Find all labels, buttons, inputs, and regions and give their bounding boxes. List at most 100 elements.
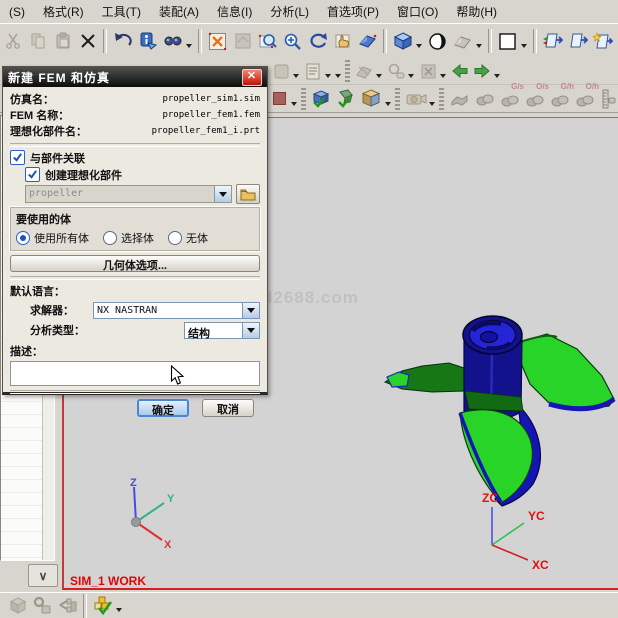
dialog-title-bar[interactable]: 新建 FEM 和仿真 ✕ — [3, 67, 267, 87]
toolbar-grip[interactable] — [345, 60, 350, 82]
menu-item-window[interactable]: 窗口(O) — [388, 0, 447, 23]
dropdown-arrow-icon[interactable] — [521, 44, 527, 48]
simulation-check-icon[interactable] — [90, 593, 115, 618]
close-view-disabled-icon[interactable] — [417, 60, 439, 82]
menu-item-help[interactable]: 帮助(H) — [447, 0, 506, 23]
window-part-icon[interactable] — [565, 29, 590, 54]
dropdown-arrow-icon[interactable] — [335, 74, 341, 78]
zoom-region-icon[interactable] — [255, 29, 280, 54]
dialog-title: 新建 FEM 和仿真 — [8, 69, 110, 86]
menu-item-information[interactable]: 信息(I) — [208, 0, 261, 23]
create-idealized-checkbox[interactable] — [25, 167, 40, 182]
solid-cube-disabled-icon[interactable] — [5, 593, 30, 618]
background-color-icon[interactable] — [495, 29, 520, 54]
display-part-icon[interactable] — [540, 29, 565, 54]
mesh-disabled-icon[interactable] — [472, 86, 497, 111]
menu-item-tools[interactable]: 工具(T) — [93, 0, 150, 23]
dropdown-arrow-icon[interactable] — [385, 102, 391, 106]
ok-button[interactable]: 确定 — [137, 399, 189, 417]
undo-icon[interactable] — [110, 29, 135, 54]
clamp-disabled-icon[interactable] — [55, 593, 80, 618]
zoom-box-disabled-icon[interactable] — [230, 29, 255, 54]
render-style-icon[interactable] — [425, 29, 450, 54]
dropdown-arrow-icon[interactable] — [242, 323, 259, 338]
dropdown-arrow-icon[interactable] — [325, 74, 331, 78]
simulation-name-label: 仿真名： — [10, 91, 54, 107]
mesh-gs-disabled-icon[interactable]: G/s — [497, 86, 522, 111]
close-icon[interactable]: ✕ — [242, 69, 262, 86]
propeller-model[interactable] — [375, 299, 618, 509]
ruler-list-icon[interactable] — [597, 88, 618, 110]
panel-expand-button[interactable]: ∨ — [28, 564, 58, 587]
fem-model-check-icon[interactable] — [309, 86, 334, 111]
solver-dropdown[interactable]: NX NASTRAN — [93, 302, 260, 319]
mesh-oh-disabled-icon[interactable]: O/h — [572, 86, 597, 111]
radio-no-bodies[interactable]: 无体 — [168, 230, 208, 246]
information-window-icon[interactable] — [302, 60, 324, 82]
menu-item-format[interactable]: 格式(R) — [34, 0, 93, 23]
idealized-part-name-label: 理想化部件名： — [10, 123, 87, 139]
new-window-icon[interactable] — [590, 29, 615, 54]
camera-disabled-icon[interactable] — [403, 86, 428, 111]
idealized-part-check-icon[interactable] — [334, 86, 359, 111]
dropdown-arrow-icon[interactable] — [116, 608, 122, 612]
dropdown-arrow-icon[interactable] — [242, 303, 259, 318]
radio-select-bodies[interactable]: 选择体 — [103, 230, 154, 246]
mesh-os-disabled-icon[interactable]: O/s — [522, 86, 547, 111]
dropdown-arrow-icon[interactable] — [214, 186, 231, 202]
zoom-in-out-icon[interactable] — [280, 29, 305, 54]
rotate-icon[interactable] — [305, 29, 330, 54]
toolbar-grip[interactable] — [301, 88, 306, 110]
shaded-display-icon[interactable] — [390, 29, 415, 54]
wcs-triad[interactable]: ZC YC XC — [458, 487, 558, 572]
copy-icon[interactable] — [25, 29, 50, 54]
separator — [10, 390, 260, 394]
back-arrow-icon[interactable] — [449, 60, 471, 82]
tag-search-disabled-icon[interactable] — [385, 60, 407, 82]
dropdown-arrow-icon[interactable] — [476, 44, 482, 48]
menu-item-analysis[interactable]: 分析(L) — [261, 0, 318, 23]
dropdown-arrow-icon[interactable] — [291, 102, 297, 106]
information-icon[interactable] — [135, 29, 160, 54]
nx-application-window: { "menu": { "items": ["(S)", "格式(R)", "工… — [0, 0, 618, 618]
toolbar-grip[interactable] — [439, 88, 444, 110]
toolbar-separator — [488, 29, 492, 53]
dropdown-arrow-icon[interactable] — [376, 74, 382, 78]
object-display-disabled-icon[interactable] — [270, 60, 292, 82]
dropdown-arrow-icon[interactable] — [408, 74, 414, 78]
geometry-options-button[interactable]: 几何体选项... — [10, 255, 260, 272]
analysis-type-dropdown[interactable]: 结构 — [184, 322, 260, 339]
description-textarea[interactable] — [10, 361, 260, 386]
associate-checkbox[interactable] — [10, 150, 25, 165]
mesh-disabled-icon[interactable] — [447, 86, 472, 111]
edit-section-disabled-icon[interactable] — [353, 60, 375, 82]
forward-arrow-icon[interactable] — [471, 60, 493, 82]
find-icon[interactable] — [160, 29, 185, 54]
delete-icon[interactable] — [75, 29, 100, 54]
paste-icon[interactable] — [50, 29, 75, 54]
menu-item-cutoff[interactable]: (S) — [0, 2, 34, 22]
cancel-button[interactable]: 取消 — [202, 399, 254, 417]
radio-unselected-icon — [168, 231, 182, 245]
key-lock-disabled-icon[interactable] — [30, 593, 55, 618]
radio-use-all-bodies[interactable]: 使用所有体 — [16, 230, 89, 246]
perspective-icon[interactable] — [355, 29, 380, 54]
mesh-gh-disabled-icon[interactable]: G/h — [547, 86, 572, 111]
pan-icon[interactable] — [330, 29, 355, 54]
toolbar-grip[interactable] — [395, 88, 400, 110]
color-swatch-icon[interactable] — [268, 88, 290, 110]
dropdown-arrow-icon[interactable] — [494, 74, 500, 78]
assembly-cube-icon[interactable] — [359, 86, 384, 111]
dropdown-arrow-icon[interactable] — [440, 74, 446, 78]
part-select-dropdown[interactable]: propeller — [25, 185, 232, 203]
menu-item-preferences[interactable]: 首选项(P) — [318, 0, 388, 23]
menu-item-assemblies[interactable]: 装配(A) — [150, 0, 208, 23]
dropdown-arrow-icon[interactable] — [293, 74, 299, 78]
dropdown-arrow-icon[interactable] — [429, 102, 435, 106]
browse-folder-button[interactable] — [236, 184, 260, 204]
dropdown-arrow-icon[interactable] — [416, 44, 422, 48]
fit-view-icon[interactable] — [205, 29, 230, 54]
cut-icon[interactable] — [0, 29, 25, 54]
flat-shape-icon[interactable] — [450, 29, 475, 54]
dropdown-arrow-icon[interactable] — [186, 44, 192, 48]
